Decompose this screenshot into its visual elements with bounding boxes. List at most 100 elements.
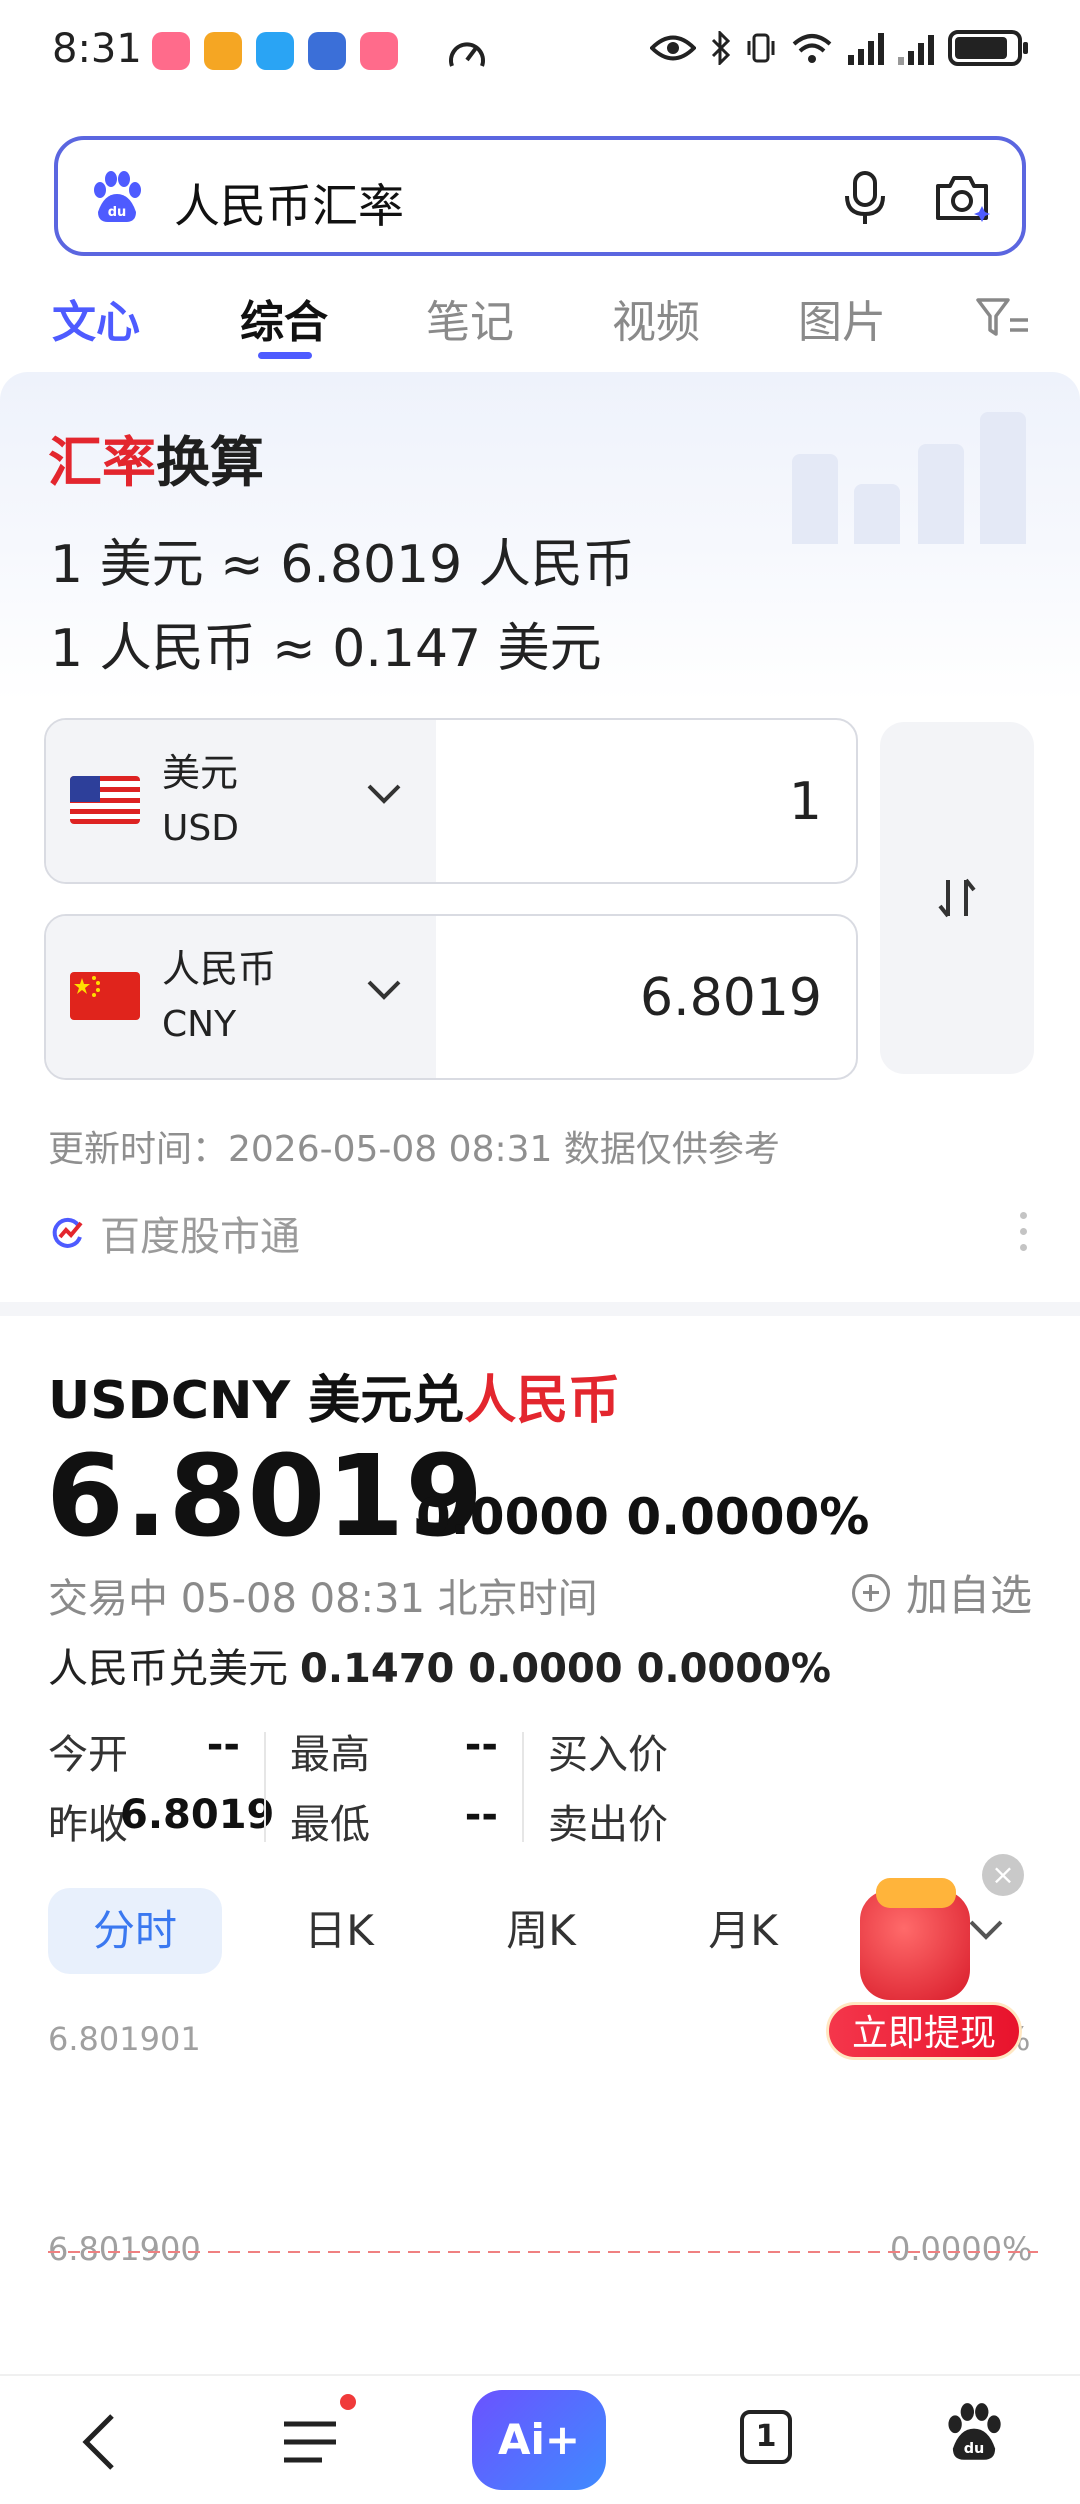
source-name: 百度股市通 [100,1214,300,1260]
tab-all[interactable]: 综合 [240,286,328,350]
reverse-rate-values: 0.1470 0.0000 0.0000% [300,1646,831,1692]
decorative-bar [792,454,838,544]
open-value: -- [206,1722,240,1768]
tabs-count-button[interactable]: 1 [740,2410,792,2464]
to-currency-code: CNY [162,1004,237,1045]
wifi-icon [792,34,832,63]
quote-title-pair: USDCNY 美元兑 [48,1371,465,1431]
decorative-bar [980,412,1026,544]
stats-divider [522,1732,524,1842]
bid-label: 买入价 [548,1732,668,1778]
bottom-navigation: Ai+ 1 du [0,2374,1080,2504]
add-watchlist-button[interactable]: 加自选 [851,1562,1032,1623]
menu-icon[interactable] [282,2418,338,2466]
baidu-logo-icon: du [94,171,141,222]
stock-app-icon [52,1217,83,1248]
status-bar: 8:31 [0,0,1080,110]
notification-icons [152,32,398,70]
decorative-bar [854,484,900,544]
quote-stats: 今开 -- 昨收 6.8019 最高 -- 最低 -- 买入价 卖出价 [48,1722,1038,1852]
chart-axis-top-left: 6.801901 [48,2020,201,2058]
add-circle-icon [851,1573,890,1612]
status-indicators [650,30,1028,66]
quote-title[interactable]: USDCNY 美元兑人民币 [48,1358,620,1433]
tab-images[interactable]: 图片 [798,286,886,350]
baseline-dashed-line [48,2251,1038,2253]
to-currency-selector[interactable]: 人民币 CNY [46,916,436,1078]
notification-dot [340,2394,356,2410]
tab-intraday[interactable]: 分时 [48,1888,222,1974]
message-icon [256,32,294,70]
more-options-icon[interactable] [1020,1212,1030,1258]
bilibili-icon [360,32,398,70]
weibo-icon [204,32,242,70]
from-currency-selector[interactable]: 美元 USD [46,720,436,882]
trading-status: 交易中 05-08 08:31 北京时间 [48,1576,598,1622]
signal-icon [848,31,884,65]
prev-close-value: 6.8019 [120,1792,275,1838]
battery-icon [948,30,1028,66]
signal-icon [898,31,934,65]
source-link[interactable]: 百度股市通 [50,1204,300,1262]
chevron-down-icon [367,980,401,1000]
to-amount-input[interactable]: 6.8019 [640,968,822,1028]
quote-change: 0.0000 0.0000% [416,1488,870,1546]
decorative-bar [918,444,964,544]
converter-title-red: 汇率 [48,431,156,494]
section-divider [0,1302,1080,1316]
converter-title-black: 换算 [156,431,264,494]
vibrate-icon [747,33,775,63]
tab-notes[interactable]: 笔记 [426,286,514,350]
app-notification-icon [308,32,346,70]
svg-text:du: du [964,2441,985,2457]
search-input[interactable]: 人民币汇率 [174,170,404,236]
filter-icon[interactable] [974,294,1030,340]
tab-weekly-k[interactable]: 周K [454,1888,628,1974]
tab-daily-k[interactable]: 日K [252,1888,426,1974]
add-watchlist-label: 加自选 [905,1571,1032,1620]
cash-promo-widget[interactable]: × 立即提现 [820,1850,1040,2070]
rate-line-cny-usd: 1 人民币 ≈ 0.147 美元 [50,619,602,679]
low-label: 最低 [290,1802,370,1848]
exchange-converter-card: 汇率换算 1 美元 ≈ 6.8019 人民币 1 人民币 ≈ 0.147 美元 … [0,372,1080,1302]
chevron-down-icon [367,784,401,804]
promo-withdraw-button[interactable]: 立即提现 [826,2002,1022,2060]
from-currency-code: USD [162,808,239,849]
baidu-home-icon[interactable]: du [944,2400,1004,2464]
update-time: 更新时间：2026-05-08 08:31 数据仅供参考 [48,1129,780,1170]
chart-axis-base-right: 0.0000% [890,2230,1033,2268]
bluetooth-icon [711,31,731,65]
active-tab-indicator [258,352,312,359]
from-amount-input[interactable]: 1 [789,772,822,832]
svg-text:du: du [108,205,127,220]
high-value: -- [464,1722,498,1768]
low-value: -- [464,1792,498,1838]
bilibili-icon [152,32,190,70]
eye-icon [650,35,696,61]
from-currency-name: 美元 [162,751,239,795]
ask-label: 卖出价 [548,1802,668,1848]
back-icon[interactable] [78,2412,118,2472]
reverse-rate-label: 人民币兑美元 [48,1646,288,1692]
converter-title: 汇率换算 [48,418,264,497]
tab-wenxin[interactable]: 文心 [52,286,140,350]
tab-monthly-k[interactable]: 月K [656,1888,830,1974]
swap-currency-button[interactable] [880,722,1034,1074]
microphone-icon[interactable] [840,170,890,226]
camera-search-icon[interactable] [932,170,992,226]
red-envelope-icon [860,1878,970,2000]
chart-axis-base-left: 6.801900 [48,2230,201,2268]
china-flag-icon [70,972,140,1020]
ai-assistant-button[interactable]: Ai+ [472,2390,606,2490]
promo-close-button[interactable]: × [982,1854,1024,1896]
search-tabs: 文心 综合 笔记 视频 图片 [0,280,1080,370]
search-bar[interactable]: du 人民币汇率 [54,136,1026,256]
status-time: 8:31 [52,26,142,72]
stats-divider [264,1732,266,1842]
reverse-rate: 人民币兑美元 0.1470 0.0000 0.0000% [48,1636,831,1694]
high-label: 最高 [290,1732,370,1778]
us-flag-icon [70,776,140,824]
tab-videos[interactable]: 视频 [612,286,700,350]
speed-icon [449,42,485,67]
rate-line-usd-cny: 1 美元 ≈ 6.8019 人民币 [50,535,635,595]
